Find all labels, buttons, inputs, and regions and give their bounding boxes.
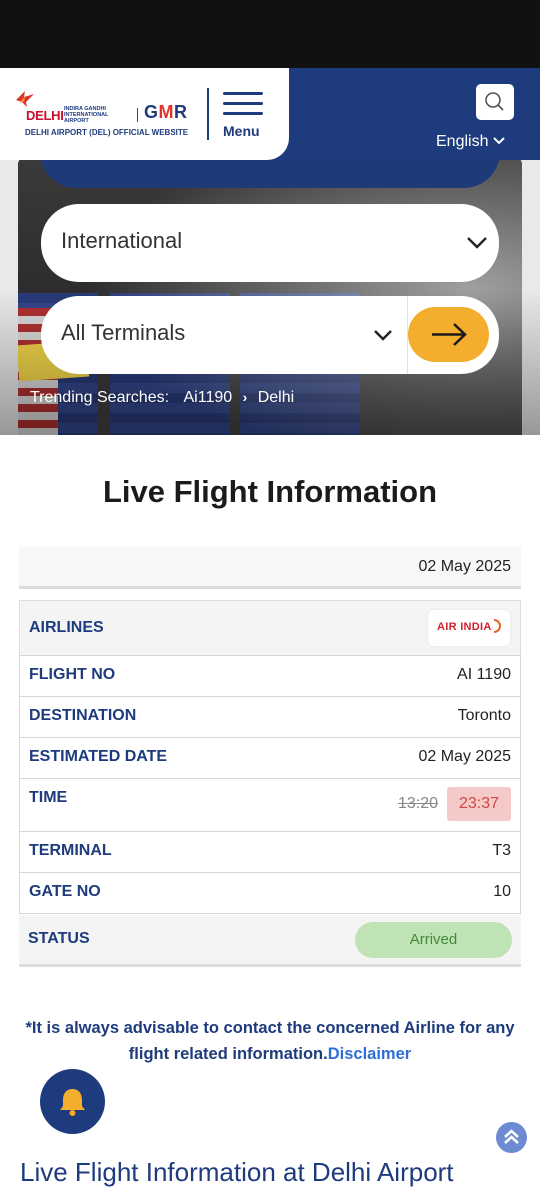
bell-icon bbox=[60, 1089, 85, 1116]
table-row-gate: GATE NO 10 bbox=[19, 872, 521, 914]
airlines-label: AIRLINES bbox=[29, 619, 104, 636]
status-badge: Arrived bbox=[355, 922, 512, 958]
logo-subtitle: DELHI AIRPORT (DEL) OFFICIAL WEBSITE bbox=[25, 128, 189, 137]
arrow-right-icon bbox=[432, 323, 467, 346]
page-title: Live Flight Information bbox=[102, 474, 438, 509]
chevron-right-icon: › bbox=[242, 389, 248, 405]
flight-date: 02 May 2025 bbox=[418, 558, 511, 575]
trending-searches: Trending Searches: Ai1190 › Delhi bbox=[30, 389, 294, 407]
table-row-estimated-date: ESTIMATED DATE 02 May 2025 bbox=[19, 737, 521, 779]
flight-type-value: International bbox=[61, 228, 183, 253]
advisory-text: *It is always advisable to contact the c… bbox=[25, 1019, 515, 1063]
estimated-date-label: ESTIMATED DATE bbox=[29, 748, 168, 765]
logo-igia-text: INDIRA GANDHI INTERNATIONAL AIRPORT bbox=[64, 106, 109, 124]
table-row-flight-no: FLIGHT NO AI 1190 bbox=[19, 655, 521, 697]
table-row-time: TIME 13:20 23:37 bbox=[19, 778, 521, 832]
flight-no-label: FLIGHT NO bbox=[29, 666, 116, 683]
gate-value: 10 bbox=[493, 883, 511, 900]
flight-type-dropdown[interactable]: International bbox=[41, 204, 499, 282]
terminal-value: T3 bbox=[492, 842, 511, 859]
terminal-value: All Terminals bbox=[61, 320, 186, 345]
scroll-to-top-button[interactable] bbox=[496, 1122, 527, 1153]
flight-no-value: AI 1190 bbox=[457, 666, 511, 683]
terminal-dropdown[interactable]: All Terminals bbox=[41, 296, 499, 374]
logo-gmr-text: GMR bbox=[144, 102, 188, 122]
destination-label: DESTINATION bbox=[29, 707, 137, 724]
trending-item[interactable]: Delhi bbox=[258, 389, 294, 407]
hamburger-line bbox=[223, 102, 263, 105]
menu-label: Menu bbox=[223, 123, 260, 139]
flight-date-row: 02 May 2025 bbox=[19, 547, 521, 589]
logo-delhi-text: DELHI bbox=[26, 108, 64, 123]
status-label: STATUS bbox=[28, 930, 90, 947]
estimated-date-value: 02 May 2025 bbox=[418, 748, 511, 765]
search-button[interactable] bbox=[476, 84, 514, 120]
language-selector[interactable]: English bbox=[436, 133, 516, 153]
disclaimer-link[interactable]: Disclaimer bbox=[328, 1045, 411, 1063]
table-row-airlines: AIRLINES AIR INDIA bbox=[19, 600, 521, 656]
trending-item[interactable]: Ai1190 bbox=[184, 389, 233, 407]
logo-divider bbox=[137, 108, 138, 122]
advisory-note: *It is always advisable to contact the c… bbox=[20, 1015, 520, 1067]
gate-label: GATE NO bbox=[29, 883, 101, 900]
menu-button[interactable]: Menu bbox=[216, 88, 272, 140]
section-heading: Live Flight Information at Delhi Airport bbox=[20, 1157, 454, 1187]
chevron-up-icon bbox=[504, 1129, 519, 1144]
terminal-label: TERMINAL bbox=[29, 842, 112, 859]
air-india-logo: AIR INDIA bbox=[428, 610, 510, 646]
time-label: TIME bbox=[29, 789, 68, 806]
air-india-swoosh-icon bbox=[494, 619, 501, 633]
chevron-down-icon bbox=[467, 237, 487, 249]
destination-value: Toronto bbox=[457, 707, 511, 724]
table-row-terminal: TERMINAL T3 bbox=[19, 831, 521, 873]
search-submit-button[interactable] bbox=[408, 307, 489, 362]
header-separator bbox=[207, 88, 209, 140]
trending-label: Trending Searches: bbox=[30, 389, 170, 406]
air-india-logo-text: AIR INDIA bbox=[437, 621, 492, 633]
chevron-down-icon bbox=[374, 330, 392, 341]
airport-logo[interactable]: DELHI INDIRA GANDHI INTERNATIONAL AIRPOR… bbox=[14, 86, 200, 146]
language-label: English bbox=[436, 133, 489, 150]
table-row-status: STATUS Arrived bbox=[19, 915, 521, 967]
table-row-destination: DESTINATION Toronto bbox=[19, 696, 521, 738]
scheduled-time: 13:20 bbox=[397, 795, 438, 812]
status-bar bbox=[0, 0, 540, 68]
estimated-time-badge: 23:37 bbox=[447, 787, 511, 821]
logo-mark-icon bbox=[16, 91, 34, 107]
chevron-down-icon bbox=[493, 137, 505, 145]
search-icon bbox=[485, 92, 504, 111]
hamburger-line bbox=[223, 112, 263, 115]
hamburger-icon bbox=[223, 92, 263, 95]
notification-button[interactable] bbox=[40, 1069, 105, 1134]
